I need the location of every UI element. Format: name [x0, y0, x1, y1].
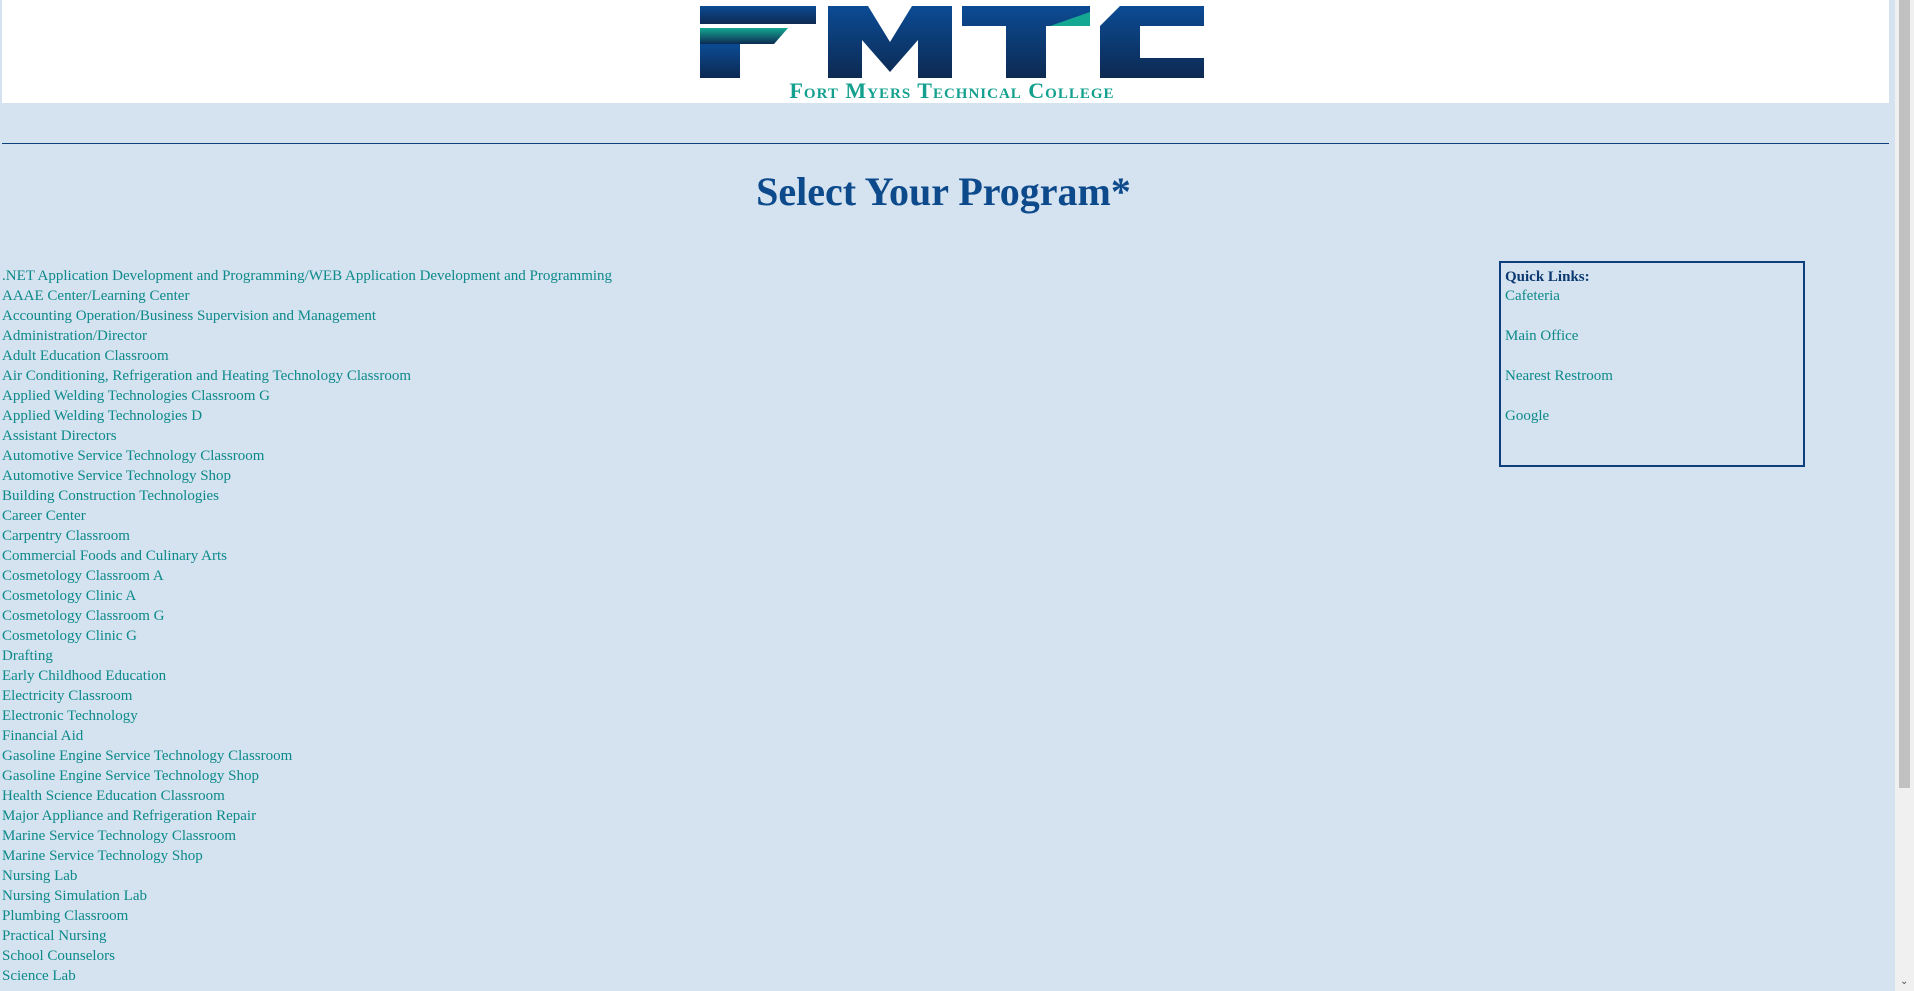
- program-link[interactable]: Accounting Operation/Business Supervisio…: [2, 308, 376, 324]
- quick-link-main-office[interactable]: Main Office: [1505, 328, 1578, 344]
- list-item: Science Lab: [2, 966, 612, 986]
- program-link[interactable]: Administration/Director: [2, 328, 147, 344]
- program-link[interactable]: Drafting: [2, 648, 53, 664]
- program-link[interactable]: Building Construction Technologies: [2, 488, 219, 504]
- list-item: Assistant Directors: [2, 426, 612, 446]
- quick-link-cafeteria[interactable]: Cafeteria: [1505, 288, 1560, 304]
- program-link[interactable]: Electronic Technology: [2, 708, 138, 724]
- fmtc-logo: Fort Myers Technical College: [700, 6, 1204, 100]
- quick-links-box: Quick Links: Cafeteria Main Office Nearest…: [1499, 261, 1805, 467]
- list-item: Gasoline Engine Service Technology Class…: [2, 746, 612, 766]
- list-item: Applied Welding Technologies Classroom G: [2, 386, 612, 406]
- quick-link-google[interactable]: Google: [1505, 408, 1549, 424]
- program-link[interactable]: Plumbing Classroom: [2, 908, 128, 924]
- list-item: Plumbing Classroom: [2, 906, 612, 926]
- list-item: Major Appliance and Refrigeration Repair: [2, 806, 612, 826]
- vertical-scrollbar[interactable]: ⌄: [1895, 0, 1914, 991]
- list-item: Nursing Simulation Lab: [2, 886, 612, 906]
- program-link[interactable]: Assistant Directors: [2, 428, 117, 444]
- program-link[interactable]: Applied Welding Technologies Classroom G: [2, 388, 270, 404]
- list-item: Cosmetology Clinic G: [2, 626, 612, 646]
- list-item: Administration/Director: [2, 326, 612, 346]
- list-item: Main Office: [1505, 326, 1799, 346]
- page: Fort Myers Technical College Select Your…: [0, 0, 1895, 991]
- program-link[interactable]: Automotive Service Technology Shop: [2, 468, 231, 484]
- program-link[interactable]: Commercial Foods and Culinary Arts: [2, 548, 227, 564]
- logo-subtitle: Fort Myers Technical College: [789, 78, 1114, 100]
- quick-links-list: Cafeteria Main Office Nearest Restroom Goog…: [1505, 286, 1799, 426]
- program-link[interactable]: Cosmetology Classroom A: [2, 568, 164, 584]
- program-link[interactable]: Early Childhood Education: [2, 668, 166, 684]
- list-item: Air Conditioning, Refrigeration and Heat…: [2, 366, 612, 386]
- list-item: Cosmetology Clinic A: [2, 586, 612, 606]
- list-item: Cosmetology Classroom A: [2, 566, 612, 586]
- list-item: Building Construction Technologies: [2, 486, 612, 506]
- program-link[interactable]: AAAE Center/Learning Center: [2, 288, 189, 304]
- program-link[interactable]: Gasoline Engine Service Technology Shop: [2, 768, 259, 784]
- program-link[interactable]: Automotive Service Technology Classroom: [2, 448, 264, 464]
- list-item: Applied Welding Technologies D: [2, 406, 612, 426]
- list-item: Accounting Operation/Business Supervisio…: [2, 306, 612, 326]
- program-link[interactable]: School Counselors: [2, 948, 115, 964]
- list-item: Cafeteria: [1505, 286, 1799, 306]
- list-item: Marine Service Technology Shop: [2, 846, 612, 866]
- list-item: Nearest Restroom: [1505, 366, 1799, 386]
- program-link[interactable]: Electricity Classroom: [2, 688, 132, 704]
- program-link[interactable]: Cosmetology Clinic G: [2, 628, 137, 644]
- chevron-down-icon[interactable]: ⌄: [1900, 977, 1908, 987]
- list-item: Health Science Education Classroom: [2, 786, 612, 806]
- list-item: Automotive Service Technology Classroom: [2, 446, 612, 466]
- list-item: Nursing Lab: [2, 866, 612, 886]
- program-link[interactable]: Gasoline Engine Service Technology Class…: [2, 748, 292, 764]
- page-title: Select Your Program*: [756, 169, 1131, 214]
- list-item: Electronic Technology: [2, 706, 612, 726]
- program-link[interactable]: Applied Welding Technologies D: [2, 408, 202, 424]
- list-item: Adult Education Classroom: [2, 346, 612, 366]
- quick-links-title: Quick Links:: [1505, 269, 1590, 285]
- list-item: Google: [1505, 406, 1799, 426]
- program-link[interactable]: Career Center: [2, 508, 86, 524]
- list-item: Gasoline Engine Service Technology Shop: [2, 766, 612, 786]
- program-link[interactable]: Marine Service Technology Classroom: [2, 828, 236, 844]
- list-item: Cosmetology Classroom G: [2, 606, 612, 626]
- program-link[interactable]: Air Conditioning, Refrigeration and Heat…: [2, 368, 411, 384]
- list-item: Electricity Classroom: [2, 686, 612, 706]
- program-link[interactable]: Financial Aid: [2, 728, 83, 744]
- quick-link-nearest-restroom[interactable]: Nearest Restroom: [1505, 368, 1613, 384]
- list-item: Carpentry Classroom: [2, 526, 612, 546]
- program-link[interactable]: Carpentry Classroom: [2, 528, 130, 544]
- list-item: Early Childhood Education: [2, 666, 612, 686]
- list-item: Career Center: [2, 506, 612, 526]
- program-link[interactable]: Cosmetology Classroom G: [2, 608, 165, 624]
- list-item: Automotive Service Technology Shop: [2, 466, 612, 486]
- list-item: Financial Aid: [2, 726, 612, 746]
- list-item: .NET Application Development and Program…: [2, 266, 612, 286]
- program-link[interactable]: Nursing Simulation Lab: [2, 888, 147, 904]
- scrollbar-thumb[interactable]: [1899, 0, 1910, 788]
- header-divider: [2, 143, 1889, 144]
- list-item: School Counselors: [2, 946, 612, 966]
- program-link[interactable]: Nursing Lab: [2, 868, 77, 884]
- program-link[interactable]: Science Lab: [2, 968, 76, 984]
- program-link[interactable]: Cosmetology Clinic A: [2, 588, 136, 604]
- list-item: Marine Service Technology Classroom: [2, 826, 612, 846]
- program-link[interactable]: Adult Education Classroom: [2, 348, 169, 364]
- program-link[interactable]: Major Appliance and Refrigeration Repair: [2, 808, 256, 824]
- program-link[interactable]: Health Science Education Classroom: [2, 788, 225, 804]
- program-list: .NET Application Development and Program…: [2, 266, 612, 986]
- program-link[interactable]: Marine Service Technology Shop: [2, 848, 203, 864]
- program-link[interactable]: .NET Application Development and Program…: [2, 268, 612, 284]
- list-item: Drafting: [2, 646, 612, 666]
- list-item: Practical Nursing: [2, 926, 612, 946]
- list-item: Commercial Foods and Culinary Arts: [2, 546, 612, 566]
- list-item: AAAE Center/Learning Center: [2, 286, 612, 306]
- site-header: Fort Myers Technical College: [2, 0, 1889, 103]
- program-link[interactable]: Practical Nursing: [2, 928, 107, 944]
